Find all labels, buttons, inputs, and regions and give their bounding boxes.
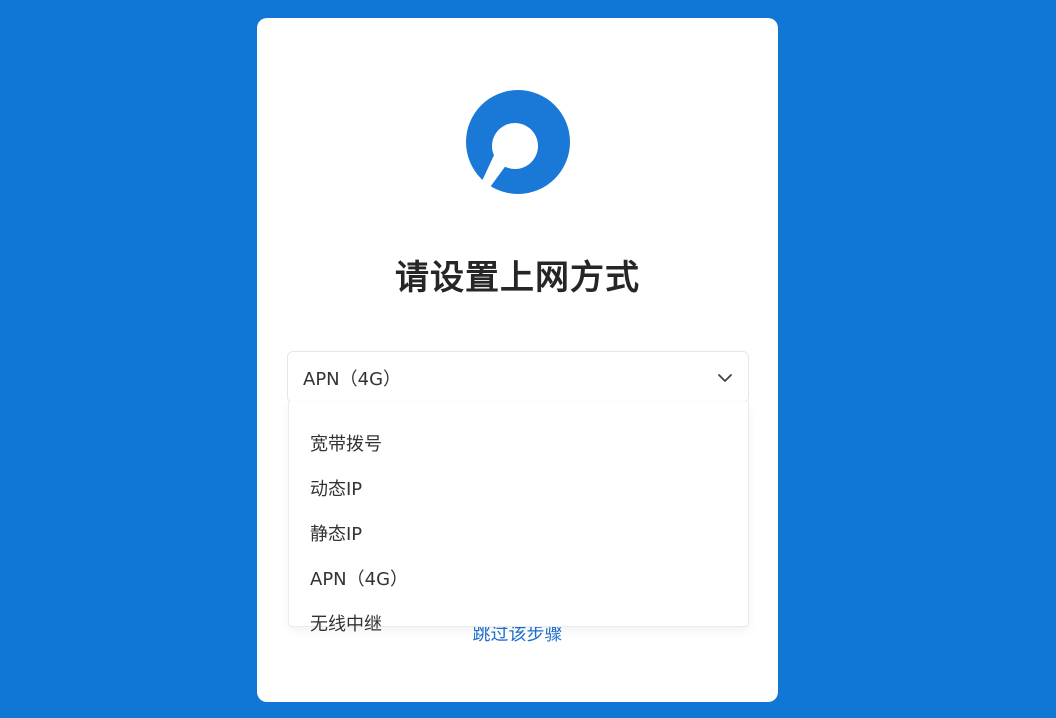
connection-type-select[interactable]: APN（4G）: [287, 351, 749, 403]
setup-card: 请设置上网方式 APN（4G） 跳过该步骤 宽带拨号 动态IP 静态IP APN…: [257, 18, 778, 702]
option-static-ip[interactable]: 静态IP: [310, 520, 362, 546]
option-apn-4g[interactable]: APN（4G）: [310, 565, 408, 591]
option-pppoe[interactable]: 宽带拨号: [310, 430, 382, 456]
page-title: 请设置上网方式: [395, 258, 640, 298]
select-value: APN（4G）: [303, 369, 402, 390]
option-dynamic-ip[interactable]: 动态IP: [310, 475, 362, 501]
chevron-down-icon: [718, 374, 732, 382]
dropdown-menu: 宽带拨号 动态IP 静态IP APN（4G） 无线中继: [288, 402, 749, 635]
router-logo-icon: [466, 90, 570, 194]
option-wireless-relay[interactable]: 无线中继: [310, 610, 382, 636]
